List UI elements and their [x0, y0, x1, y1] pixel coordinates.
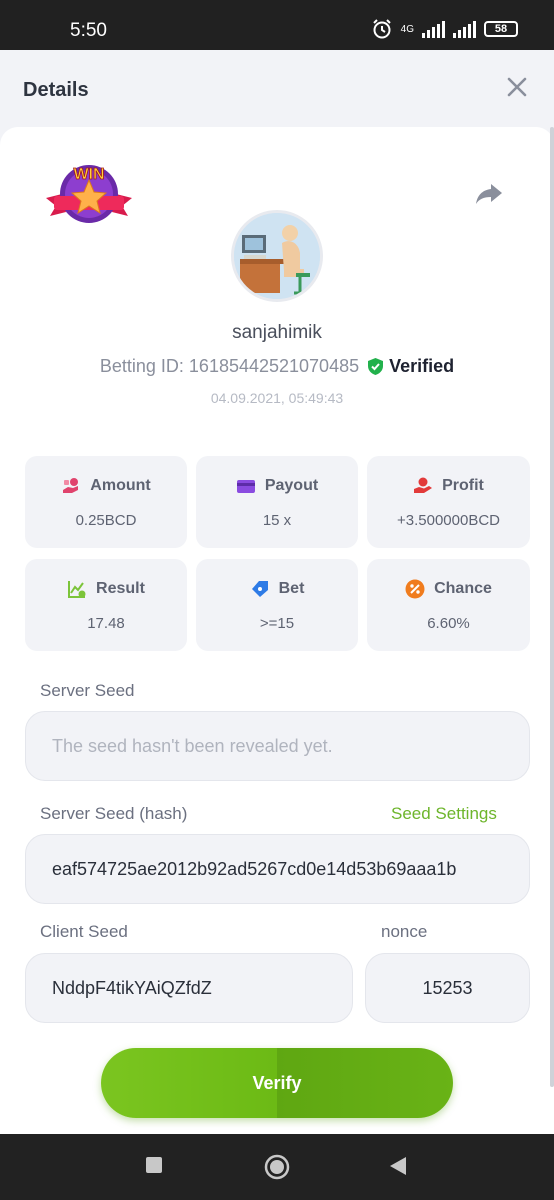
result-chart-icon [68, 580, 86, 598]
page-title: Details [23, 79, 89, 101]
avatar [231, 210, 323, 302]
server-seed-hash-value: eaf574725ae2012b92ad5267cd0e14d53b69aaa1… [52, 858, 457, 879]
stat-amount: Amount 0.25BCD [25, 456, 187, 548]
bet-datetime: 04.09.2021, 05:49:43 [210, 390, 344, 406]
stat-chance: Chance 6.60% [367, 559, 530, 651]
client-seed-field[interactable]: NddpF4tikYAiQZfdZ [25, 953, 353, 1023]
share-icon[interactable] [474, 178, 504, 208]
stat-result-value: 17.48 [87, 614, 125, 632]
home-icon[interactable] [264, 1154, 290, 1180]
stat-chance-label: Chance [434, 579, 492, 597]
betting-id-label: Betting ID: [99, 356, 184, 376]
stat-amount-label: Amount [90, 476, 151, 494]
card-icon [236, 479, 255, 493]
stat-payout-value: 15 x [262, 511, 292, 529]
client-seed-label: Client Seed [40, 922, 128, 941]
seed-settings-link[interactable]: Seed Settings [391, 804, 497, 824]
stat-result-label: Result [96, 579, 145, 597]
server-seed-hash-field[interactable]: eaf574725ae2012b92ad5267cd0e14d53b69aaa1… [25, 834, 530, 904]
alarm-icon [372, 19, 391, 39]
stats-grid: Amount 0.25BCD Payout 15 x Profit +3.500… [25, 456, 530, 651]
verified-label: Verified [389, 356, 455, 376]
status-time: 5:50 [70, 20, 107, 41]
stat-profit: Profit +3.500000BCD [367, 456, 530, 548]
profit-hand-icon [414, 477, 433, 493]
avatar-image [234, 213, 320, 299]
percent-icon [405, 579, 425, 598]
verified-badge: Verified [367, 356, 454, 377]
status-bar: 5:50 4G 58 [0, 0, 554, 50]
stat-amount-value: 0.25BCD [75, 511, 137, 529]
server-seed-label: Server Seed [40, 681, 135, 700]
close-icon[interactable] [506, 76, 528, 98]
back-icon[interactable] [388, 1156, 408, 1176]
status-icons: 4G 58 [371, 18, 518, 40]
signal-icon [422, 20, 445, 38]
nonce-label: nonce [381, 922, 428, 941]
svg-text:WIN: WIN [73, 166, 104, 183]
signal-icon-2 [453, 20, 476, 38]
nonce-value: 15253 [422, 977, 473, 998]
verify-button-label: Verify [252, 1072, 302, 1093]
betting-id-row: Betting ID: 16185442521070485 Verified [0, 356, 554, 377]
stat-bet-label: Bet [278, 579, 305, 597]
stat-chance-value: 6.60% [427, 614, 470, 632]
stat-payout-label: Payout [264, 476, 319, 494]
server-seed-placeholder: The seed hasn't been revealed yet. [52, 735, 333, 756]
win-badge-icon: WIN [46, 165, 132, 223]
network-type: 4G [400, 23, 414, 35]
verified-shield-icon [368, 358, 384, 375]
verify-button[interactable]: Verify [101, 1048, 453, 1118]
username: sanjahimik [232, 322, 322, 343]
money-hand-icon [63, 477, 79, 493]
recents-icon[interactable] [145, 1156, 163, 1174]
server-seed-field[interactable]: The seed hasn't been revealed yet. [25, 711, 530, 781]
stat-result: Result 17.48 [25, 559, 187, 651]
stat-bet-value: >=15 [259, 614, 295, 632]
stat-payout: Payout 15 x [196, 456, 358, 548]
stat-profit-label: Profit [442, 476, 484, 494]
scrollbar[interactable] [550, 127, 554, 1087]
battery-icon: 58 [484, 21, 518, 37]
android-nav-bar [0, 1134, 554, 1200]
details-header: Details [0, 50, 554, 130]
server-seed-hash-label: Server Seed (hash) [40, 804, 188, 823]
stat-profit-value: +3.500000BCD [397, 511, 500, 529]
tag-icon [251, 580, 268, 597]
client-seed-value: NddpF4tikYAiQZfdZ [52, 977, 212, 998]
stat-bet: Bet >=15 [196, 559, 358, 651]
betting-id-value: 16185442521070485 [188, 356, 360, 376]
nonce-field[interactable]: 15253 [365, 953, 530, 1023]
